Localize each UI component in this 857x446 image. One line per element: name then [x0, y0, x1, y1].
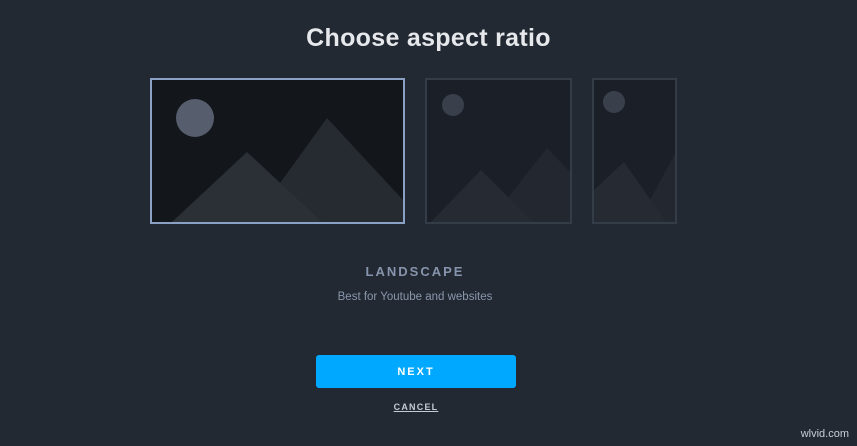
watermark: wlvid.com: [800, 428, 849, 440]
cancel-link[interactable]: CANCEL: [316, 402, 516, 412]
aspect-option-landscape[interactable]: [150, 78, 405, 224]
selected-ratio-label: LANDSCAPE: [365, 264, 465, 279]
landscape-image-icon: [152, 80, 403, 222]
aspect-option-portrait[interactable]: [592, 78, 677, 224]
square-image-icon: [427, 80, 570, 222]
next-button[interactable]: NEXT: [316, 355, 516, 388]
portrait-image-icon: [594, 80, 675, 222]
dialog-title: Choose aspect ratio: [306, 24, 551, 52]
selected-ratio-description: Best for Youtube and websites: [337, 291, 493, 303]
aspect-option-square[interactable]: [425, 78, 572, 224]
aspect-ratio-dialog: Choose aspect ratio LANDSCAPE Best for Y…: [0, 0, 857, 446]
